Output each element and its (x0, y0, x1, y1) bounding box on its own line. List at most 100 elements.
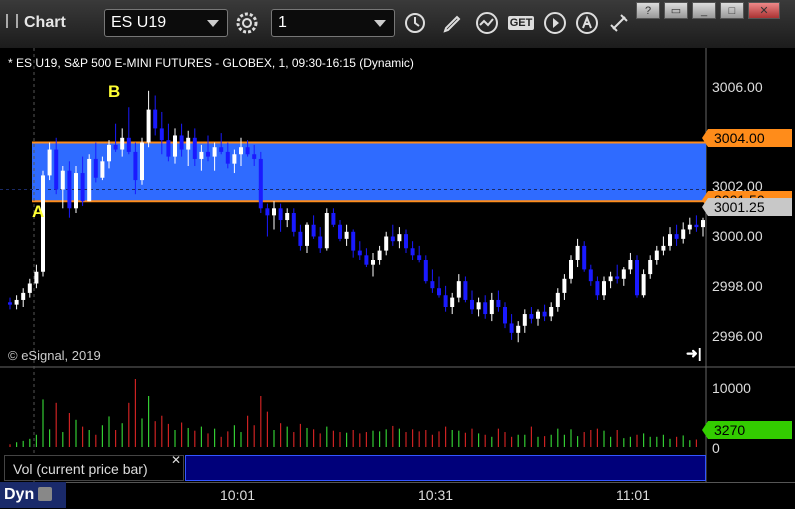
time-tick: 11:01 (616, 487, 650, 503)
candle-body (272, 208, 276, 216)
candle-body (423, 260, 428, 282)
candle-body (265, 208, 270, 216)
candle-body (252, 154, 257, 159)
candle-body (21, 292, 26, 300)
candle-body (120, 137, 125, 150)
candle-body (654, 250, 659, 260)
candle-body (470, 299, 474, 310)
candle-body (542, 311, 547, 317)
candle-body (311, 224, 316, 237)
candle-body (331, 213, 336, 225)
candle-body (153, 109, 158, 129)
candle-body (668, 234, 672, 246)
candle-body (443, 295, 448, 307)
candle-body (602, 281, 606, 296)
candle-body (47, 149, 52, 176)
candle-body (483, 302, 488, 315)
candle-body (371, 260, 375, 265)
time-axis (0, 482, 795, 509)
candle-body (219, 147, 224, 152)
candle-body (621, 269, 626, 279)
candle-body (173, 135, 177, 157)
candle-body (575, 245, 580, 260)
candle-body (496, 299, 501, 307)
candle-body (687, 224, 692, 230)
candle-body (522, 314, 527, 326)
candle-body (628, 260, 633, 270)
candle-body (641, 274, 646, 296)
candle-body (54, 149, 59, 190)
candle-body (278, 208, 283, 221)
last-price-label: 3001.25 (714, 199, 765, 215)
price-chart[interactable] (0, 0, 795, 508)
candle-body (41, 175, 45, 272)
volume-tick: 0 (712, 440, 720, 456)
candle-body (113, 144, 118, 150)
candle-body (258, 158, 263, 209)
candle-body (549, 307, 554, 317)
candle-body (648, 260, 653, 275)
candle-body (463, 281, 468, 300)
price-tick: 3000.00 (712, 228, 763, 244)
candle-body (536, 311, 540, 319)
zone-band (32, 142, 706, 202)
candle-body (338, 224, 342, 239)
candle-body (582, 245, 587, 270)
candle-body (285, 213, 290, 221)
candle-body (430, 281, 435, 289)
candle-body (199, 151, 204, 159)
candle-body (476, 302, 481, 310)
dynamic-mode-button[interactable]: Dyn (0, 482, 66, 508)
candle-body (595, 281, 600, 296)
candle-body (298, 231, 303, 246)
annotation-b: B (108, 82, 121, 101)
candle-body (192, 137, 197, 159)
chart-header: * ES U19, S&P 500 E-MINI FUTURES - GLOBE… (8, 56, 414, 70)
candle-body (212, 147, 217, 157)
candle-body (635, 260, 639, 296)
candle-body (239, 147, 243, 155)
candle-body (87, 158, 92, 202)
candle-body (232, 154, 237, 164)
candle-body (588, 269, 593, 282)
candle-body (324, 213, 329, 249)
last-price-tag: 3001.25 (702, 198, 792, 216)
candle-body (489, 299, 494, 315)
candle-body (80, 173, 85, 202)
volume-tag-label: 3270 (714, 422, 746, 438)
candle-body (410, 248, 415, 256)
candle-body (681, 229, 686, 239)
zone-high-label: 3004.00 (714, 130, 765, 146)
time-tick: 10:31 (418, 487, 454, 503)
candle-body (14, 299, 19, 305)
candle-body (225, 151, 230, 164)
candle-body (60, 170, 65, 190)
candle-body (456, 281, 461, 298)
candle-body (569, 260, 573, 279)
candle-body (615, 276, 620, 279)
candle-body (140, 142, 144, 181)
dyn-label: Dyn (4, 486, 35, 503)
copyright: © eSignal, 2019 (8, 348, 101, 363)
candle-body (305, 224, 309, 246)
volume-tag: 3270 (702, 421, 792, 439)
candle-body (417, 255, 422, 260)
scroll-end-icon[interactable]: ➜| (686, 345, 702, 362)
volume-study-label[interactable]: Vol (current price bar) (4, 455, 184, 481)
candle-body (93, 158, 98, 178)
lock-icon[interactable] (38, 487, 53, 501)
candle-body (107, 144, 111, 162)
candle-body (450, 297, 455, 307)
candle-body (503, 307, 507, 324)
candle-body (608, 276, 613, 282)
candle-body (364, 255, 369, 265)
close-study-icon[interactable]: ✕ (171, 453, 181, 467)
candle-body (133, 151, 138, 181)
volume-study-bar (185, 455, 706, 481)
candle-body (146, 109, 151, 143)
candle-body (67, 170, 72, 209)
candle-body (245, 147, 250, 155)
price-tick: 2996.00 (712, 328, 763, 344)
candle-body (404, 234, 408, 249)
price-tick: 3006.00 (712, 79, 763, 95)
